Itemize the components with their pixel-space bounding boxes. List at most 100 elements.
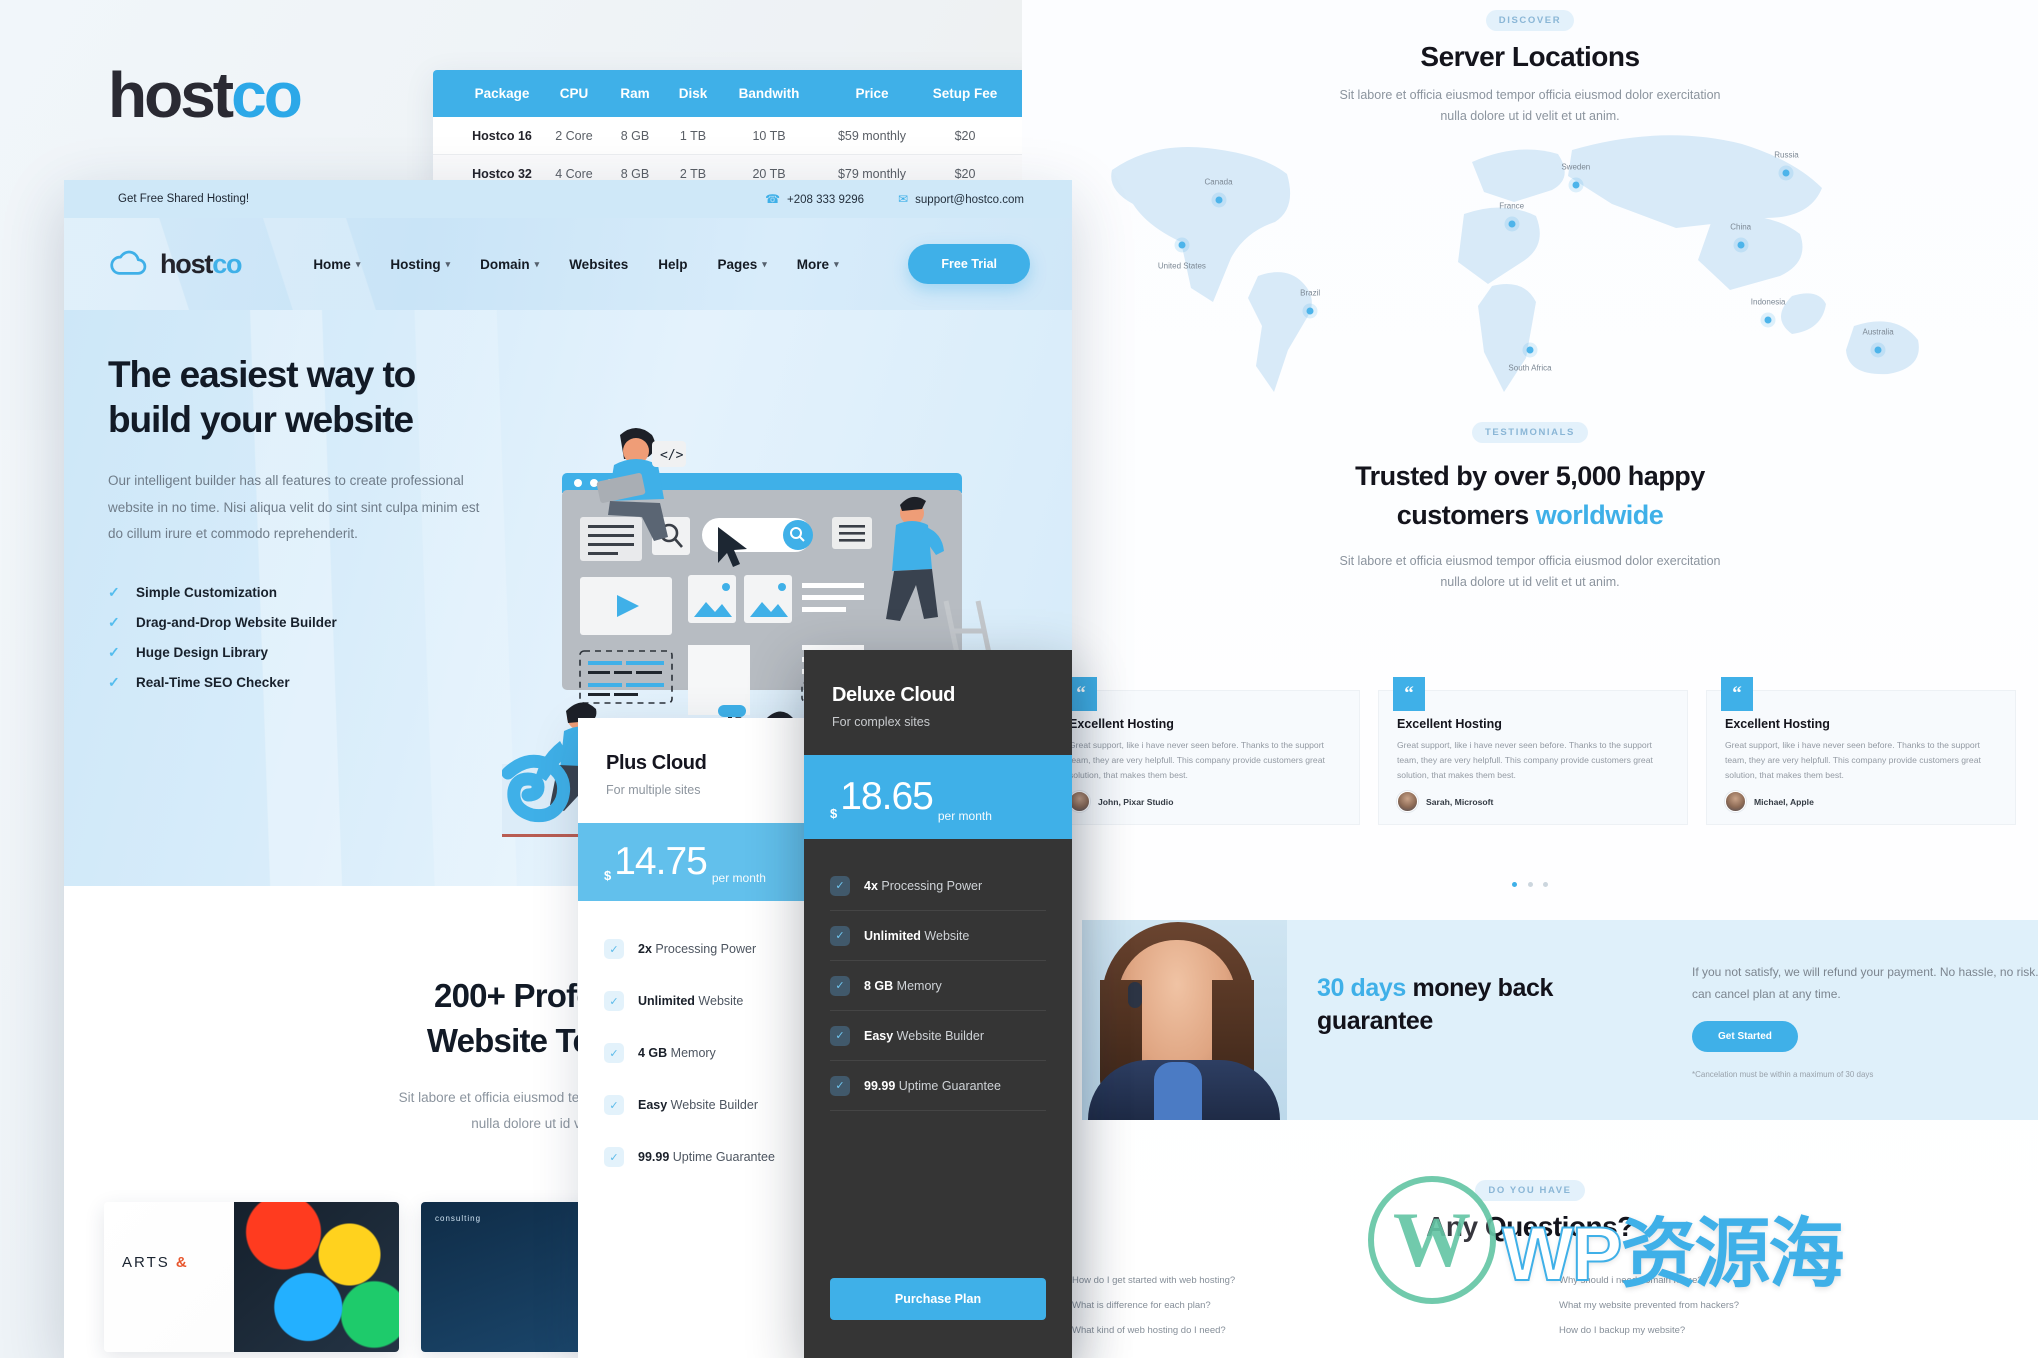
money-back-note: *Cancelation must be within a maximum of… [1692,1070,1874,1080]
search-button-circle [783,520,813,550]
spec-header-cpu: CPU [559,86,589,101]
cloud-icon [108,250,149,278]
server-locations-eyebrow: DISCOVER [1485,10,1575,31]
free-trial-button[interactable]: Free Trial [908,244,1030,284]
nav-item-pages[interactable]: Pages ▾ [717,257,766,272]
deluxe-feature-rest: Memory [893,978,942,993]
faq-item[interactable]: What kind of web hosting do I need? [1072,1325,1515,1336]
contact-info: ☎ +208 333 9296 ✉ support@hostco.com [765,180,1024,218]
money-back-paragraph: If you not satisfy, we will refund your … [1692,965,2038,1001]
spec-cell-price: $79 monthly [837,166,907,181]
nav-item-help[interactable]: Help [658,257,687,272]
carousel-dot-1[interactable] [1512,882,1518,887]
hero-feature-list: ✓ Simple Customization ✓ Drag-and-Drop W… [108,577,538,697]
hero-paragraph: Our intelligent builder has all features… [108,473,480,541]
testimonial-author: Michael, Apple [1754,796,1814,807]
main-navigation-bar: hostco Home ▾ Hosting ▾ Domain ▾ Websites H… [64,218,1072,310]
hero-copy: The easiest way to build your website Ou… [108,352,538,697]
deluxe-amount: 18.65 [840,775,934,818]
chevron-down-icon: ▾ [834,258,839,269]
nav-item-hosting[interactable]: Hosting ▾ [390,257,450,272]
testimonial-body: Great support, like i have never seen be… [1725,740,1981,780]
plus-period: per month [711,871,766,885]
check-icon: ✓ [830,975,850,996]
nav-item-more[interactable]: More ▾ [797,257,839,272]
brand-wordmark-blue: co [231,59,303,131]
phone-contact[interactable]: ☎ +208 333 9296 [765,192,864,206]
testimonials-eyebrow: TESTIMONIALS [1472,422,1588,443]
testimonial-card-list: “ Excellent Hosting Great support, like … [1050,677,2038,825]
spec-header-disk: Disk [678,86,708,101]
illus-paper-sheet [688,645,750,715]
spec-cell-price: $59 monthly [837,128,907,143]
check-icon: ✓ [604,991,624,1011]
list-item: ✓ Drag-and-Drop Website Builder [108,607,538,637]
template-title: consulting [435,1214,482,1223]
carousel-dot-3[interactable] [1542,882,1548,887]
deluxe-plan-name: Deluxe Cloud [832,684,955,706]
check-icon: ✓ [604,1043,624,1063]
nav-item-label: Help [658,256,688,272]
avatar [1069,791,1090,813]
nav-item-domain[interactable]: Domain ▾ [480,257,539,272]
get-started-button[interactable]: Get Started [1692,1021,1798,1053]
check-icon: ✓ [830,1075,850,1096]
template-card-arts[interactable]: ARTS & [104,1202,399,1352]
check-icon: ✓ [604,1147,624,1167]
nav-item-label: Websites [569,256,629,272]
email-contact[interactable]: ✉ support@hostco.com [898,192,1024,206]
envelope-icon: ✉ [898,192,909,206]
utility-topbar: Get Free Shared Hosting! ☎ +208 333 9296 … [64,180,1072,218]
list-item: ✓ 99.99 Uptime Guarantee [830,1061,1046,1111]
check-icon: ✓ [108,643,120,660]
check-icon: ✓ [108,613,120,630]
testimonial-title: Excellent Hosting [1397,717,1502,731]
deluxe-feature-strong: 99.99 [864,1078,896,1093]
purchase-plan-button[interactable]: Purchase Plan [830,1278,1046,1320]
chevron-down-icon: ▾ [445,258,451,269]
testimonial-footer: John, Pixar Studio [1069,791,1341,813]
quote-icon: “ [1721,677,1753,711]
table-row: Hostco 16 2 Core 8 GB 1 TB 10 TB $59 mon… [433,117,1043,155]
check-icon: ✓ [108,583,120,600]
illus-text-lines [802,583,864,612]
carousel-dot-2[interactable] [1527,882,1533,887]
faq-item[interactable]: How do I backup my website? [1559,1325,2002,1336]
nav-item-label: Pages [717,256,758,272]
testimonials-section-header: TESTIMONIALS Trusted by over 5,000 happy… [1022,422,2038,593]
money-back-guarantee-section: 30 days money back guarantee If you not … [1082,920,2038,1120]
nav-item-label: Home [313,256,351,272]
check-icon: ✓ [604,939,624,959]
testimonials-sub-line1: Sit labore et officia eiusmod tempor off… [1339,554,1721,569]
deluxe-feature-strong: Easy [864,1028,894,1043]
testimonial-title: Excellent Hosting [1725,717,1830,731]
list-item: ✓ 8 GB Memory [830,961,1046,1011]
deluxe-plan-tagline: For complex sites [832,715,930,729]
deluxe-feature-strong: 8 GB [864,978,894,993]
deluxe-feature-rest: Processing Power [877,878,983,893]
nav-menu: Home ▾ Hosting ▾ Domain ▾ Websites Help Pag… [313,257,838,272]
plus-feature-rest: Website [694,994,744,1008]
spec-table-header-row: Package CPU Ram Disk Bandwith Price Setu… [433,70,1043,117]
spec-header-bandwith: Bandwith [738,86,800,101]
right-page-panel: DISCOVER Server Locations Sit labore et … [1022,0,2038,1358]
deluxe-feature-strong: 4x [864,878,878,893]
nav-item-home[interactable]: Home ▾ [313,257,360,272]
deluxe-feature-strong: Unlimited [864,928,921,943]
svg-text:</>: </> [660,448,684,463]
testimonials-title-line2: customers [1396,500,1536,531]
nav-item-websites[interactable]: Websites [569,257,628,272]
list-item: “ Excellent Hosting Great support, like … [1050,677,1360,825]
logo[interactable]: hostco [108,248,243,280]
plus-feature-strong: Easy [638,1098,668,1112]
testimonials-sub-line2: nulla dolore ut id velit et ut anim. [1440,574,1620,589]
check-icon: ✓ [604,1095,624,1115]
deluxe-card-header: Deluxe Cloud For complex sites [804,650,1072,755]
logo-text-blue: co [212,248,242,279]
carousel-dots[interactable] [1022,874,2038,892]
hero-feature-label: Simple Customization [136,584,278,600]
chevron-down-icon: ▾ [762,258,767,269]
check-icon: ✓ [830,1025,850,1046]
watermark: W WP资源海 [1360,1170,2020,1320]
list-item: ✓ Easy Website Builder [830,1011,1046,1061]
